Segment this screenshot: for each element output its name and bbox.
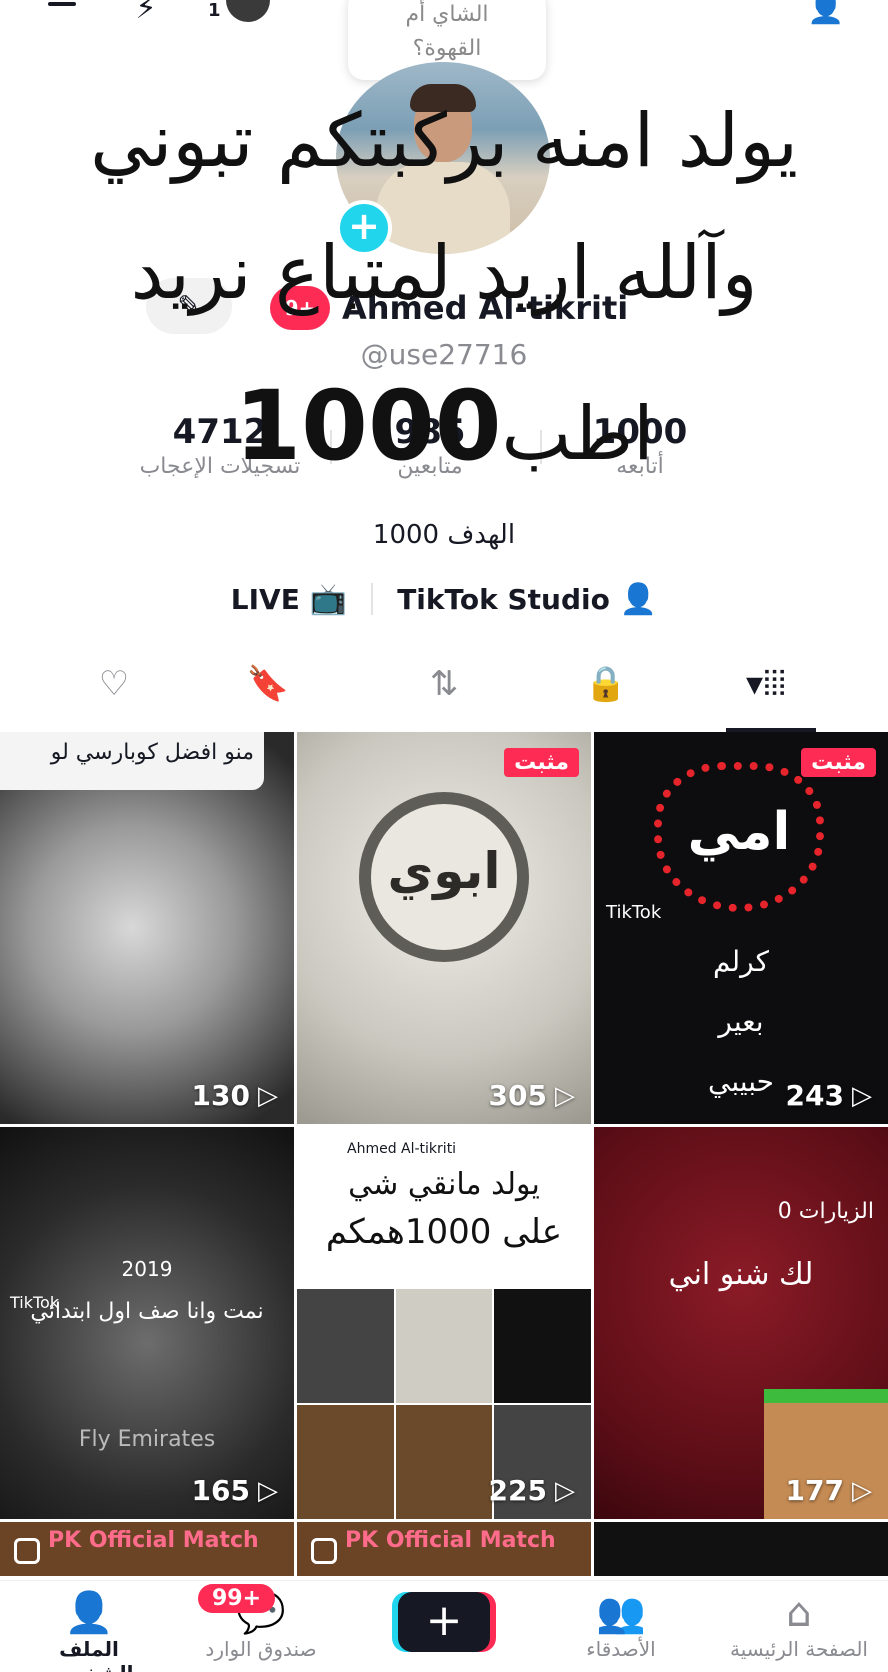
pk-label: PK Official Match [48,1528,259,1553]
studio-label: TikTok Studio [397,582,610,616]
video-caption: منو افضل كوبارسي لو [0,732,264,790]
video-header: Ahmed Al-tikriti [347,1141,457,1157]
play-icon: ▷ [258,1080,278,1111]
pinned-badge: مثبت [801,748,876,777]
overlay-number: 1000 [234,370,502,482]
mini-thumb [395,1289,493,1403]
top-badge: 1 [208,0,221,21]
nav-home-label: الصفحة الرئيسية [730,1637,868,1661]
view-count: 305 ▷ [489,1079,575,1112]
view-count-value: 225 [488,1474,547,1507]
video-word: امي [687,802,791,862]
nav-home[interactable]: ⌂ الصفحة الرئيسية [724,1589,874,1661]
play-icon: ▷ [555,1475,575,1506]
mini-thumb [297,1405,394,1519]
inbox-badge: 99+ [198,1584,276,1613]
home-icon: ⌂ [786,1590,812,1636]
view-count: 130 ▷ [192,1079,278,1112]
pinned-badge: مثبت [504,748,579,777]
nav-friends[interactable]: 👥 الأصدقاء [546,1589,696,1661]
visits-text: 0 الزيارات [777,1199,874,1224]
username: @use27716 [360,338,528,371]
video-thumbnail[interactable]: امي TikTok كرلم بعير حبيبي مثبت 243 ▷ [594,732,888,1124]
nav-inbox-label: صندوق الوارد [205,1637,317,1661]
view-count-value: 165 [191,1474,250,1507]
friends-icon: 👥 [596,1590,646,1636]
view-count: 243 ▷ [786,1079,872,1112]
mini-thumb [395,1405,493,1519]
video-thumbnail[interactable]: PK Official Match [0,1522,294,1576]
nav-profile-label: الملف الشخصي [44,1637,133,1672]
tiktok-watermark: TikTok [10,1293,60,1312]
video-thumbnail[interactable]: منو افضل كوبارسي لو 130 ▷ [0,732,294,1124]
overlay-text-line2: وآلله اريد لمتباع نريد [130,230,758,316]
create-button[interactable]: + [398,1592,490,1652]
video-thumbnail[interactable]: PK Official Match [297,1522,591,1576]
shirt-text: Fly Emirates [78,1427,216,1452]
video-thumbnail[interactable] [594,1522,888,1576]
nav-profile[interactable]: 👤 الملف الشخصي [14,1589,164,1672]
view-count: 165 ▷ [192,1474,278,1507]
video-line: كرلم [713,945,769,978]
video-thumbnail[interactable]: ابوي مثبت 305 ▷ [297,732,591,1124]
profile-bio: الهدف 1000 [372,520,516,550]
view-count-value: 243 [785,1079,844,1112]
video-line2: على 1000همكم [325,1212,563,1252]
view-count-value: 130 [191,1079,250,1112]
mini-thumb [494,1289,591,1403]
video-line1: يولد مانقي شي [348,1167,540,1202]
creator-star-icon: 👤 [619,581,658,617]
mini-thumb [297,1289,394,1403]
chip-divider [371,583,374,615]
live-tv-icon: 📺 [309,581,348,617]
overlay-word: اطب [501,391,654,477]
tiktok-watermark: TikTok [606,902,662,923]
add-user-icon[interactable]: 👤 [804,0,848,28]
video-thumbnail[interactable]: 2019 نمت وانا صف اول ابتدائي TikTok Fly … [0,1127,294,1519]
spark-icon[interactable]: ⚡ [124,0,168,28]
video-thumbnail[interactable]: 0 الزيارات لك شنو اني 177 ▷ [594,1127,888,1519]
note-text-line2: القهوة؟ [412,36,482,61]
video-year: 2019 [121,1257,173,1281]
view-count: 177 ▷ [786,1474,872,1507]
multi-photo-icon [14,1538,40,1564]
live-chip[interactable]: LIVE 📺 [231,582,347,617]
view-count: 225 ▷ [489,1474,575,1507]
view-count-value: 305 [488,1079,547,1112]
video-caption: لك شنو اني [668,1257,814,1292]
nav-friends-label: الأصدقاء [586,1637,656,1661]
note-text-line1: الشاي أم [405,2,489,27]
overlay-text-line3: 1000اطب [0,370,888,482]
view-count-value: 177 [785,1474,844,1507]
video-line: بعير [718,1005,764,1038]
pk-label: PK Official Match [345,1528,556,1553]
live-label: LIVE [230,582,300,616]
play-icon: ▷ [852,1475,872,1506]
grid-icon[interactable]: ▾⦙⦙⦙ [736,654,796,714]
menu-icon[interactable] [40,0,84,28]
profile-chips: LIVE 📺 TikTok Studio 👤 [0,578,888,620]
favorites-icon[interactable]: 🔖 [238,654,298,714]
play-icon: ▷ [555,1080,575,1111]
lock-icon[interactable]: 🔒 [576,654,636,714]
play-icon: ▷ [852,1080,872,1111]
content-tabs: ♡ 🔖 ⇅ 🔒 ▾⦙⦙⦙ [0,654,888,728]
top-avatar[interactable] [226,0,270,22]
studio-chip[interactable]: TikTok Studio 👤 [397,582,657,617]
liked-icon[interactable]: ♡ [84,654,144,714]
overlay-text-line1: يولد امنه بركبتكم تبوني [90,98,798,184]
video-thumbnail[interactable]: Ahmed Al-tikriti يولد مانقي شي على 1000ه… [297,1127,591,1519]
play-icon: ▷ [258,1475,278,1506]
repost-icon[interactable]: ⇅ [414,654,474,714]
video-word: ابوي [387,842,501,900]
multi-photo-icon [311,1538,337,1564]
person-icon: 👤 [64,1590,114,1636]
